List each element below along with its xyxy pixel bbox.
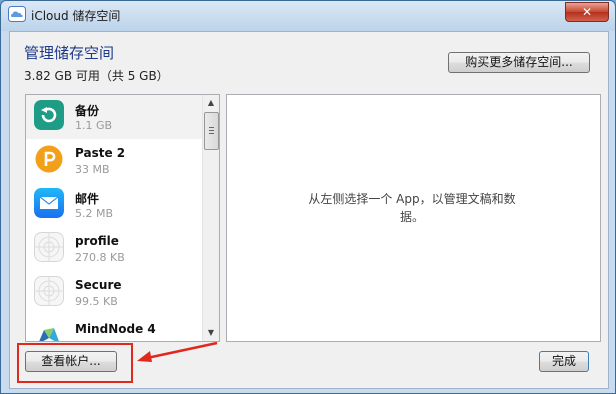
app-name: MindNode 4 <box>75 322 156 336</box>
app-name: Paste 2 <box>75 146 126 160</box>
scroll-down-arrow-icon[interactable]: ▼ <box>203 325 219 341</box>
placeholder-app-icon <box>34 276 64 306</box>
paste-icon <box>35 145 63 173</box>
list-item[interactable]: profile 270.8 KB <box>26 227 202 271</box>
list-item[interactable]: Secure 99.5 KB <box>26 271 202 315</box>
title-bar[interactable]: iCloud 储存空间 ✕ <box>1 1 615 29</box>
storage-usage: 3.82 GB 可用（共 5 GB） <box>24 69 169 83</box>
app-name: Secure <box>75 278 122 292</box>
app-name: 邮件 <box>75 192 100 206</box>
empty-state-hint: 从左侧选择一个 App，以管理文稿和数据。 <box>308 192 516 224</box>
done-button[interactable]: 完成 <box>539 351 589 372</box>
icloud-icon <box>8 6 26 22</box>
grip-line <box>209 130 214 131</box>
close-button[interactable]: ✕ <box>565 2 609 22</box>
list-item[interactable]: 邮件 5.2 MB <box>26 183 202 227</box>
app-size: 33 MB <box>75 163 110 176</box>
list-item[interactable]: Paste 2 33 MB <box>26 139 202 183</box>
app-name: 备份 <box>75 104 100 118</box>
detail-panel: 从左侧选择一个 App，以管理文稿和数据。 <box>226 94 601 342</box>
list-scrollbar[interactable]: ▲ ▼ <box>202 95 219 341</box>
app-size: 1.1 GB <box>75 119 113 132</box>
icloud-storage-window: iCloud 储存空间 ✕ 管理储存空间 3.82 GB 可用（共 5 GB） … <box>0 0 616 394</box>
mail-icon <box>34 188 64 218</box>
app-name: profile <box>75 234 119 248</box>
app-size: 5.2 MB <box>75 207 114 220</box>
list-item[interactable]: MindNode 4 <box>26 315 202 341</box>
window-title: iCloud 储存空间 <box>31 9 121 23</box>
mindnode-icon <box>34 320 64 341</box>
placeholder-app-icon <box>34 232 64 262</box>
app-list[interactable]: 备份 1.1 GB Paste 2 33 MB 邮件 5.2 MB profil… <box>25 94 220 342</box>
buy-more-storage-button[interactable]: 购买更多储存空间... <box>448 52 590 73</box>
app-size: 99.5 KB <box>75 295 118 308</box>
list-item[interactable]: 备份 1.1 GB <box>26 95 202 139</box>
app-size: 270.8 KB <box>75 251 125 264</box>
page-title: 管理储存空间 <box>24 44 115 62</box>
content-area: 管理储存空间 3.82 GB 可用（共 5 GB） 购买更多储存空间... 备份… <box>9 31 609 389</box>
grip-line <box>209 133 214 134</box>
highlight-box <box>17 343 133 383</box>
scroll-thumb[interactable] <box>204 112 219 150</box>
backup-icon <box>34 100 64 130</box>
scroll-up-arrow-icon[interactable]: ▲ <box>203 95 219 111</box>
annotation-arrow-icon <box>137 341 218 362</box>
grip-line <box>209 127 214 128</box>
